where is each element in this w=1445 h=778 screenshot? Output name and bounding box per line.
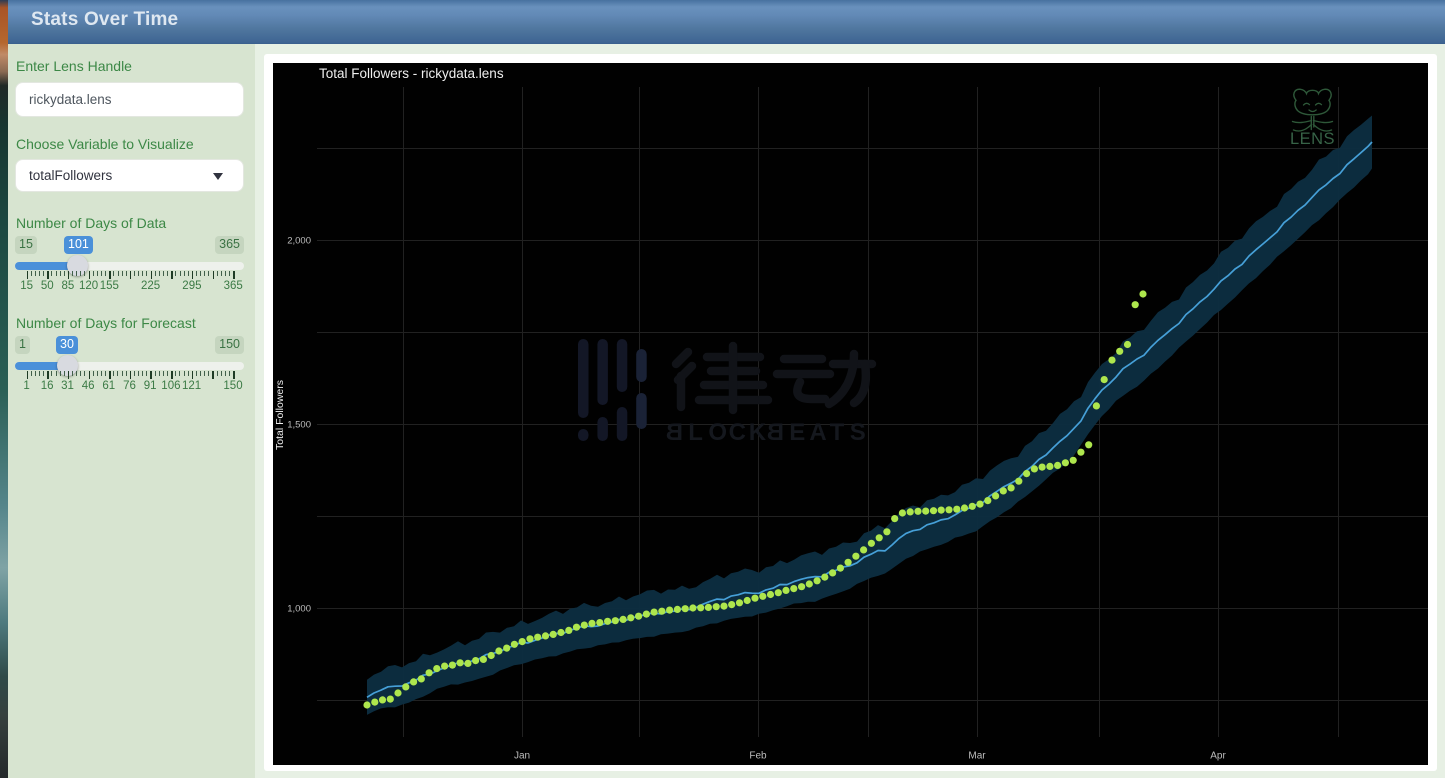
svg-text:1,000: 1,000 <box>287 604 311 615</box>
svg-text:T: T <box>830 419 845 446</box>
svg-text:Apr: Apr <box>1210 751 1226 762</box>
svg-text:B: B <box>767 419 784 446</box>
svg-text:Jan: Jan <box>514 751 530 762</box>
svg-text:S: S <box>850 419 866 446</box>
svg-text:2,000: 2,000 <box>287 236 311 247</box>
svg-text:E: E <box>789 419 805 446</box>
svg-text:A: A <box>809 419 826 446</box>
svg-text:B: B <box>666 419 683 446</box>
svg-text:C: C <box>729 419 746 446</box>
svg-text:1,500: 1,500 <box>287 420 311 431</box>
svg-text:Total Followers: Total Followers <box>274 380 286 450</box>
svg-text:O: O <box>708 419 727 446</box>
svg-text:LENS: LENS <box>1290 130 1335 148</box>
svg-text:L: L <box>688 419 703 446</box>
svg-text:Feb: Feb <box>749 751 767 762</box>
svg-text:Mar: Mar <box>968 751 986 762</box>
svg-text:K: K <box>749 419 767 446</box>
svg-text:Total Followers - rickydata.le: Total Followers - rickydata.lens <box>319 66 504 81</box>
